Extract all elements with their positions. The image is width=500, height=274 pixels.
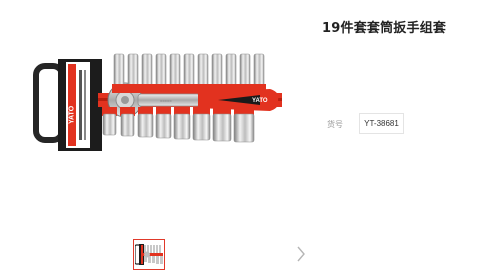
model-number-label: 货号 [327, 120, 343, 129]
chevron-right-icon[interactable] [296, 246, 306, 262]
logo-text: YATO [69, 105, 76, 124]
product-main-image: YATO ===== YATO [33, 53, 282, 151]
svg-text:YATO: YATO [252, 98, 268, 104]
svg-text:=====: ===== [160, 99, 172, 104]
thumbnail-image [135, 244, 163, 265]
product-title: 19件套套筒扳手组套 [322, 21, 447, 36]
socket-set-thumbnail[interactable] [133, 239, 165, 270]
model-number-value: YT-38681 [359, 113, 404, 134]
